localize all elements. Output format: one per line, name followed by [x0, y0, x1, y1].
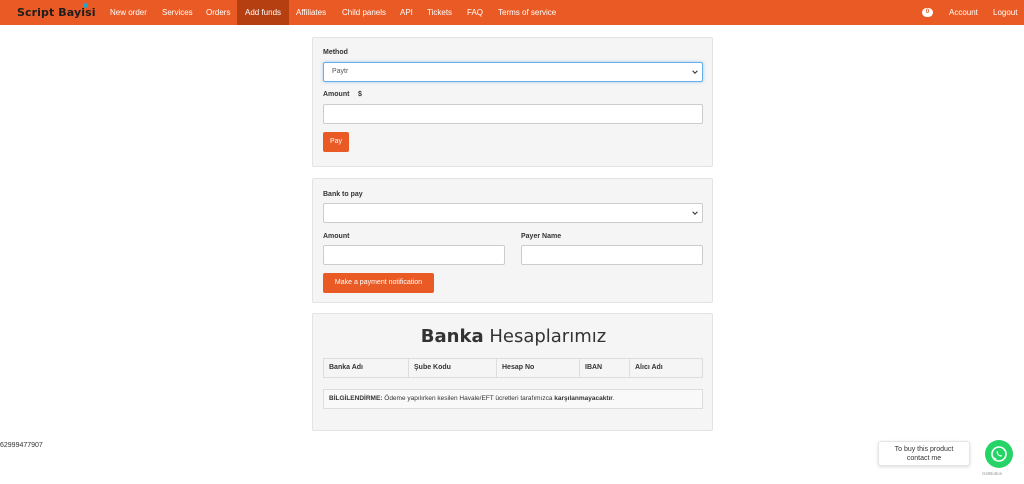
- nav-new-order[interactable]: New order: [102, 0, 155, 25]
- col-recipient-name: Alıcı Adı: [629, 359, 702, 377]
- method-label: Method: [323, 49, 348, 56]
- nav-account[interactable]: Account: [941, 0, 986, 25]
- whatsapp-icon: [991, 446, 1007, 462]
- bank-accounts-panel: Banka Hesaplarımız Banka Adı Şube Kodu H…: [312, 313, 713, 431]
- nav-orders[interactable]: Orders: [198, 0, 238, 25]
- bank-select[interactable]: [323, 203, 703, 223]
- chevron-down-icon: [692, 211, 698, 215]
- nav-logout[interactable]: Logout: [985, 0, 1024, 25]
- notification-amount-label: Amount: [323, 233, 350, 240]
- payment-notification-button[interactable]: Make a payment notification: [323, 273, 434, 293]
- bank-accounts-title-rest: Hesaplarımız: [483, 326, 607, 347]
- nav-child-panels[interactable]: Child panels: [334, 0, 394, 25]
- col-bank-name: Banka Adı: [329, 364, 363, 371]
- amount-label: Amount: [323, 91, 350, 98]
- bank-to-pay-label: Bank to pay: [323, 191, 363, 198]
- brand-logo[interactable]: Script Bayisi: [17, 6, 96, 19]
- method-select[interactable]: Paytr: [323, 62, 703, 82]
- nav-add-funds[interactable]: Add funds: [237, 0, 290, 25]
- whatsapp-button[interactable]: [985, 440, 1013, 468]
- info-notice-bold: karşılanmayacaktır: [554, 395, 613, 402]
- col-branch-code: Şube Kodu: [408, 359, 496, 377]
- nav-faq[interactable]: FAQ: [459, 0, 491, 25]
- nav-terms-of-service[interactable]: Terms of service: [490, 0, 564, 25]
- nav-affiliates[interactable]: Affiliates: [288, 0, 334, 25]
- pay-button[interactable]: Pay: [323, 132, 349, 152]
- nav-api[interactable]: API: [392, 0, 421, 25]
- info-notice-text: Ödeme yapılırken kesilen Havale/EFT ücre…: [382, 395, 555, 402]
- chevron-down-icon: [692, 70, 698, 74]
- amount-input[interactable]: [323, 104, 703, 124]
- bank-accounts-table-header: Banka Adı Şube Kodu Hesap No IBAN Alıcı …: [323, 358, 703, 378]
- info-notice-prefix: BİLGİLENDİRME:: [329, 395, 383, 402]
- bank-accounts-title-bold: Banka: [420, 326, 484, 347]
- nav-services[interactable]: Services: [154, 0, 201, 25]
- getbutton-credit[interactable]: GetButton: [982, 471, 1002, 476]
- payment-notification-panel: Bank to pay Amount Payer Name Make a pay…: [312, 178, 713, 303]
- top-navbar: Script Bayisi New order Services Orders …: [0, 0, 1024, 25]
- notification-amount-input[interactable]: [323, 245, 505, 265]
- whatsapp-callout-line2: contact me: [906, 455, 942, 462]
- col-iban: IBAN: [579, 359, 629, 377]
- info-notice-suffix: .: [612, 395, 615, 402]
- whatsapp-callout[interactable]: To buy this product contact me: [878, 441, 970, 466]
- method-select-value: Paytr: [332, 68, 349, 75]
- payer-name-input[interactable]: [521, 245, 703, 265]
- brand-logo-dot: [83, 3, 88, 8]
- bank-accounts-title: Banka Hesaplarımız: [313, 326, 714, 347]
- whatsapp-callout-line1: To buy this product: [894, 446, 954, 453]
- amount-currency: $: [358, 91, 362, 98]
- footer-number: 62999477907: [0, 442, 43, 449]
- info-notice: BİLGİLENDİRME: Ödeme yapılırken kesilen …: [323, 389, 703, 409]
- payer-name-label: Payer Name: [521, 233, 562, 240]
- add-funds-panel: Method Paytr Amount $ Pay: [312, 37, 713, 167]
- nav-tickets[interactable]: Tickets: [419, 0, 460, 25]
- col-account-no: Hesap No: [496, 359, 579, 377]
- balance-badge[interactable]: 0: [922, 8, 933, 17]
